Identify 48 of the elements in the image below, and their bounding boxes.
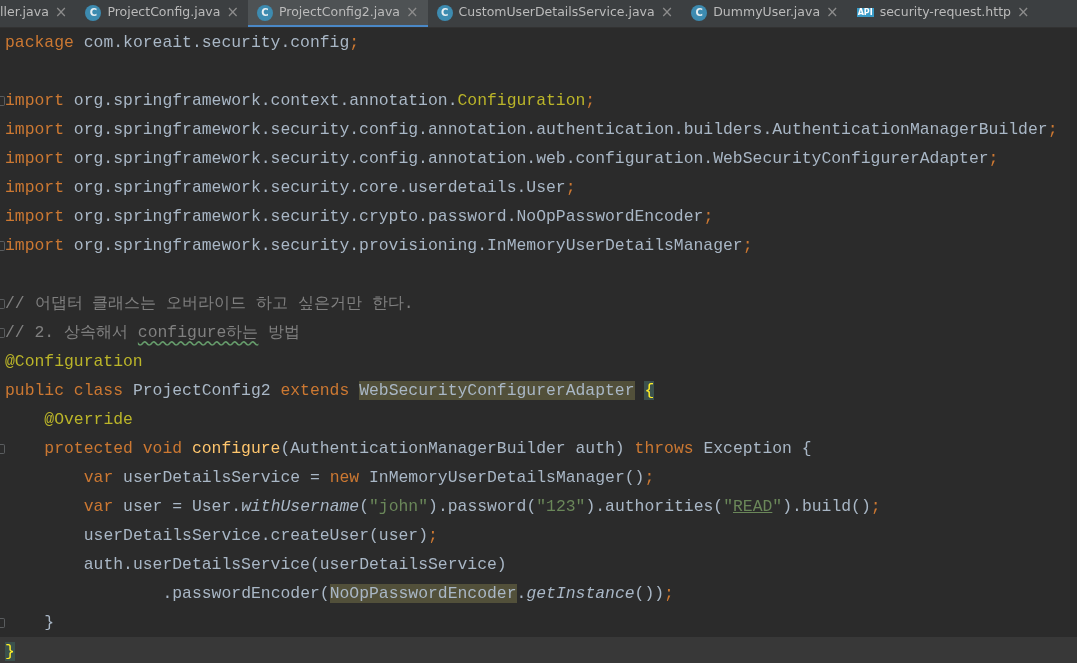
code-line: var user = User.withUsername("john").password("123").authorities("READ").build(); (83, 496, 881, 518)
tab-label: security-request.http (879, 3, 1011, 22)
fold-marker-icon[interactable] (0, 327, 5, 338)
tab-label: DummyUser.java (713, 3, 821, 22)
file-tab[interactable]: C ProjectConfig2.java × (248, 0, 428, 27)
fold-marker-icon[interactable] (0, 240, 5, 251)
fold-marker-icon[interactable] (0, 95, 5, 106)
close-tab-button[interactable]: × (226, 5, 239, 20)
class-file-icon: C (436, 4, 453, 21)
close-tab-button[interactable]: × (406, 5, 419, 20)
api-file-icon: API (856, 8, 874, 17)
code-line: import org.springframework.security.core.userdetails.User; (5, 177, 576, 199)
file-tab[interactable]: C CustomUserDetailsService.java × (427, 0, 683, 27)
code-line: userDetailsService.createUser(user); (83, 525, 438, 547)
code-line: import org.springframework.security.provisioning.InMemoryUserDetailsManager; (5, 235, 753, 257)
code-line: import org.springframework.security.config.annotation.web.configuration.WebSecurityConfigurerAdapter; (5, 148, 999, 170)
code-line: auth.userDetailsService(userDetailsService) (83, 554, 507, 576)
close-tab-button[interactable]: × (54, 5, 68, 20)
fold-marker-icon[interactable] (0, 298, 5, 309)
class-file-icon: C (257, 4, 273, 21)
code-line: @Override (44, 409, 133, 431)
file-tab[interactable]: ller.java × (0, 0, 77, 27)
code-line: @Configuration (5, 351, 143, 373)
code-line: .passwordEncoder(NoOpPasswordEncoder.getInstance()); (162, 583, 674, 605)
close-tab-button[interactable]: × (1017, 5, 1030, 20)
class-file-icon: C (691, 4, 708, 21)
close-tab-button[interactable]: × (660, 5, 674, 20)
code-line: package com.koreait.security.config; (5, 32, 360, 54)
fold-marker-icon[interactable] (0, 617, 5, 628)
code-line: // 2. 상속해서 configure하는 방법 (5, 322, 301, 344)
class-file-icon: C (85, 4, 102, 21)
tab-label: CustomUserDetailsService.java (458, 3, 655, 22)
code-line: } (44, 612, 55, 634)
code-line: import org.springframework.security.config.annotation.authentication.builders.AuthenticationManagerBuilder; (5, 119, 1058, 141)
code-line: var userDetailsService = new InMemoryUserDetailsManager(); (83, 467, 655, 489)
code-line: public class ProjectConfig2 extends WebSecurityConfigurerAdapter { (5, 380, 655, 402)
code-line: import org.springframework.context.annotation.Configuration; (5, 90, 596, 112)
code-line: protected void configure(AuthenticationManagerBuilder auth) throws Exception { (44, 438, 812, 460)
tab-label: ProjectConfig2.java (279, 3, 400, 22)
close-tab-button[interactable]: × (826, 5, 839, 20)
tab-label: ller.java (0, 3, 49, 22)
tab-label: ProjectConfig.java (107, 3, 221, 22)
code-line: // 어댑터 클래스는 오버라이드 하고 싶은거만 한다. (5, 293, 414, 315)
fold-marker-icon[interactable] (0, 443, 5, 454)
file-tab[interactable]: API security-request.http × (847, 0, 1039, 27)
code-line: import org.springframework.security.crypto.password.NoOpPasswordEncoder; (5, 206, 714, 228)
file-tab[interactable]: C DummyUser.java × (682, 0, 848, 27)
file-tab[interactable]: C ProjectConfig.java × (76, 0, 248, 27)
